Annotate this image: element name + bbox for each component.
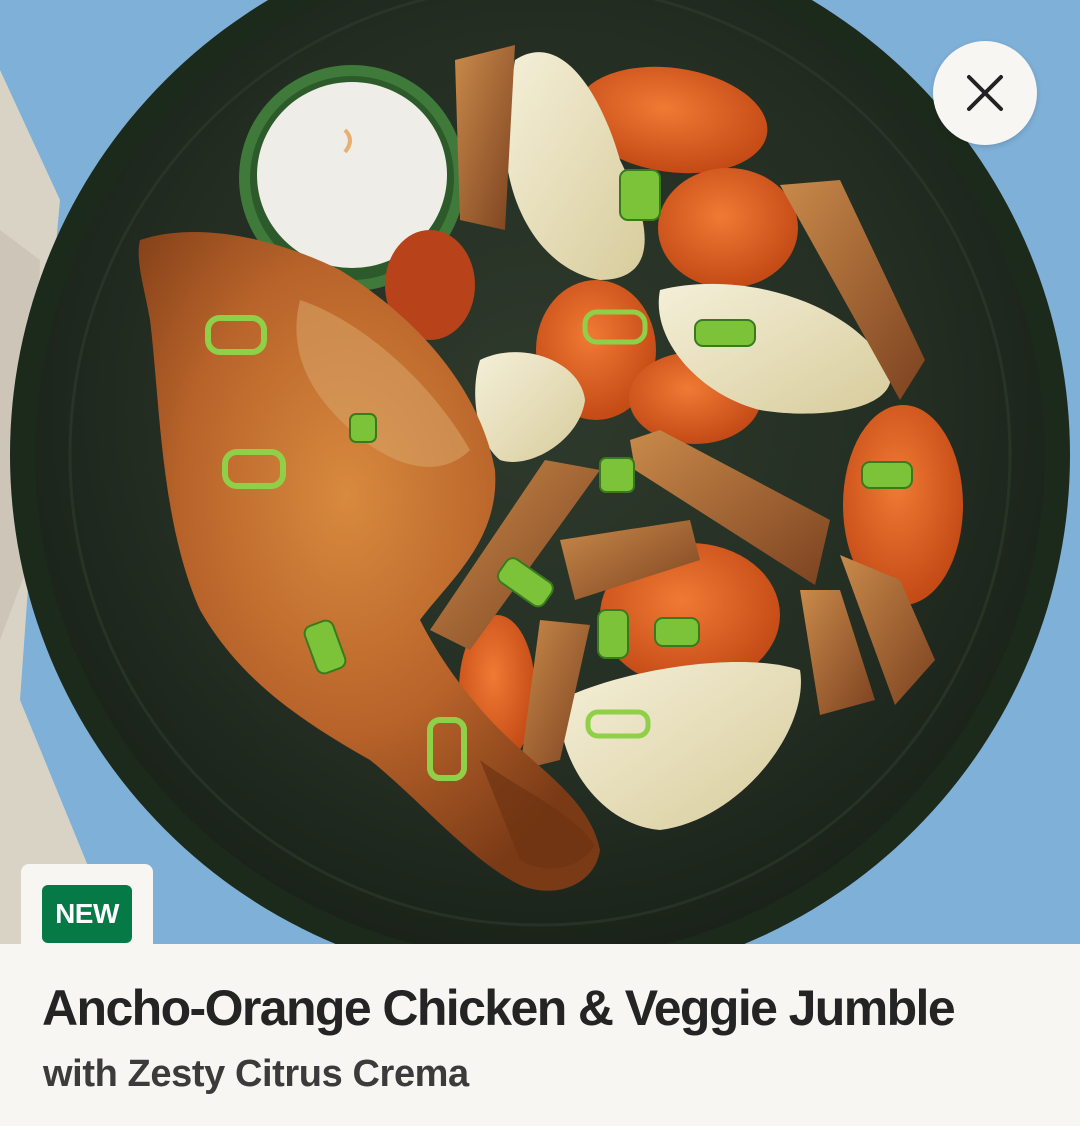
recipe-photo [0, 0, 1080, 944]
close-icon [967, 75, 1003, 111]
recipe-hero-image: NEW [0, 0, 1080, 944]
recipe-title: Ancho-Orange Chicken & Veggie Jumble [42, 980, 956, 1036]
new-badge: NEW [42, 885, 132, 943]
recipe-info: Ancho-Orange Chicken & Veggie Jumble wit… [0, 944, 1080, 1126]
badge-tab: NEW [21, 864, 153, 944]
recipe-card: NEW Ancho-Orange Chicken & Veggie Jumble… [0, 0, 1080, 1126]
recipe-subtitle: with Zesty Citrus Crema [43, 1053, 469, 1095]
close-button[interactable] [933, 41, 1037, 145]
